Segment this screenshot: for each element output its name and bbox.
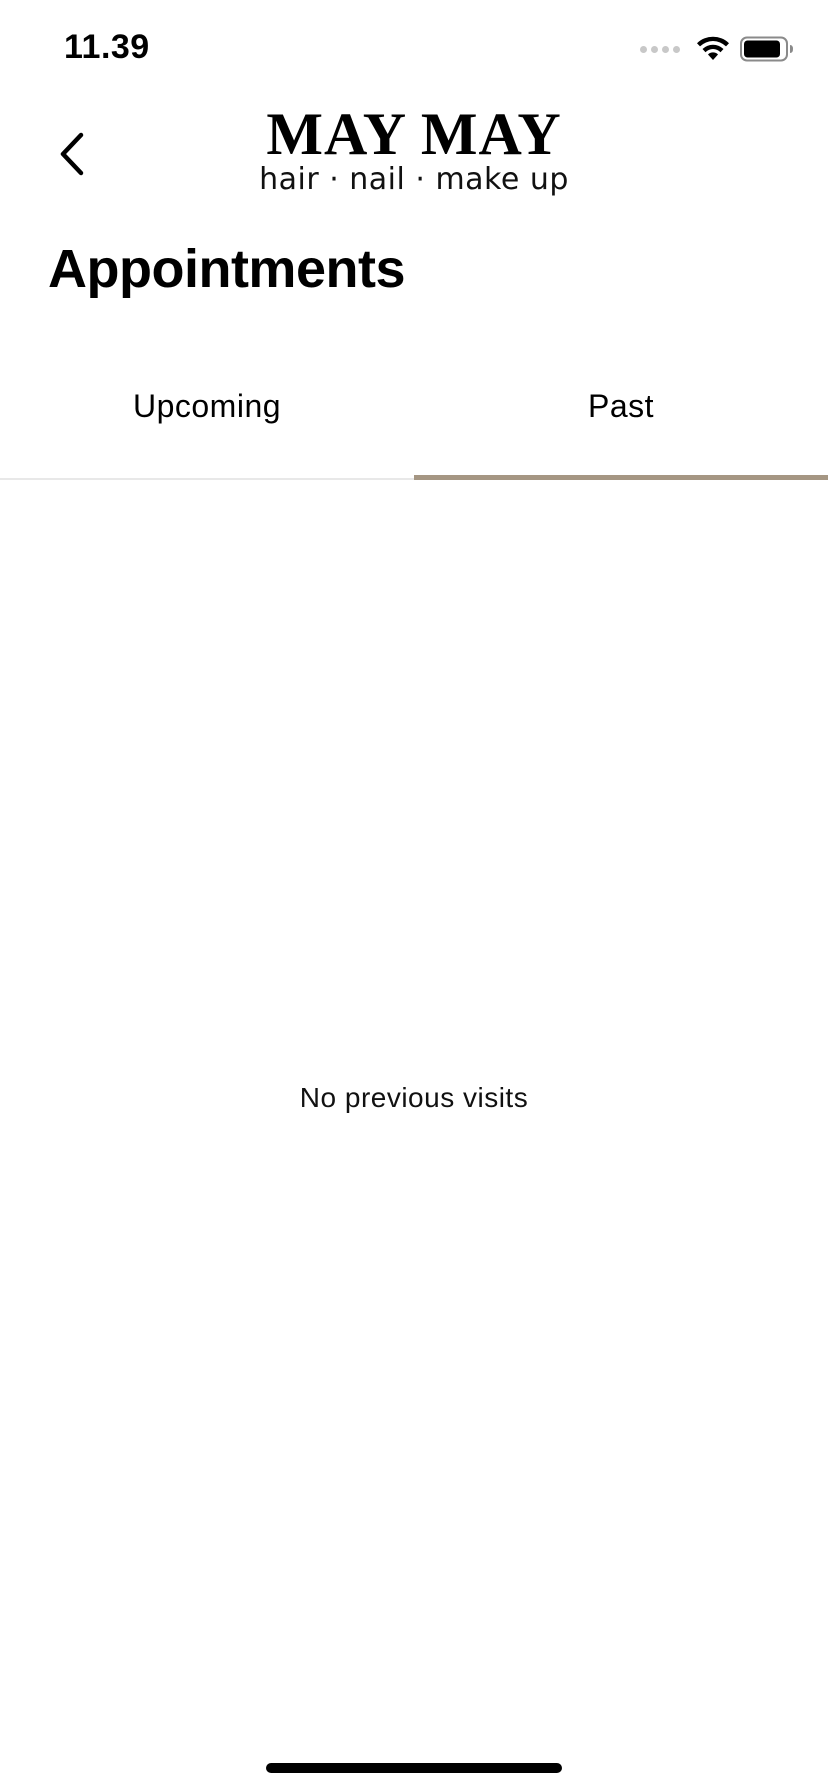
battery-icon (740, 36, 794, 62)
status-bar: 11.39 (0, 0, 828, 96)
logo-main-text: MAY MAY (266, 101, 562, 167)
home-indicator (266, 1763, 562, 1773)
brand-logo: MAY MAY hair · nail · make up (0, 104, 828, 196)
cellular-dots-icon (640, 45, 680, 53)
empty-state-message: No previous visits (299, 1082, 529, 1113)
status-time: 11.39 (64, 28, 150, 66)
tab-upcoming[interactable]: Upcoming (0, 362, 414, 478)
appointments-tabs: Upcoming Past (0, 362, 828, 480)
page-title: Appointments (48, 239, 405, 299)
wifi-icon (696, 36, 730, 62)
logo-tagline: hair · nail · make up (259, 162, 569, 197)
app-header: MAY MAY hair · nail · make up (0, 96, 828, 206)
tab-past[interactable]: Past (414, 362, 828, 480)
status-icons (640, 34, 794, 64)
